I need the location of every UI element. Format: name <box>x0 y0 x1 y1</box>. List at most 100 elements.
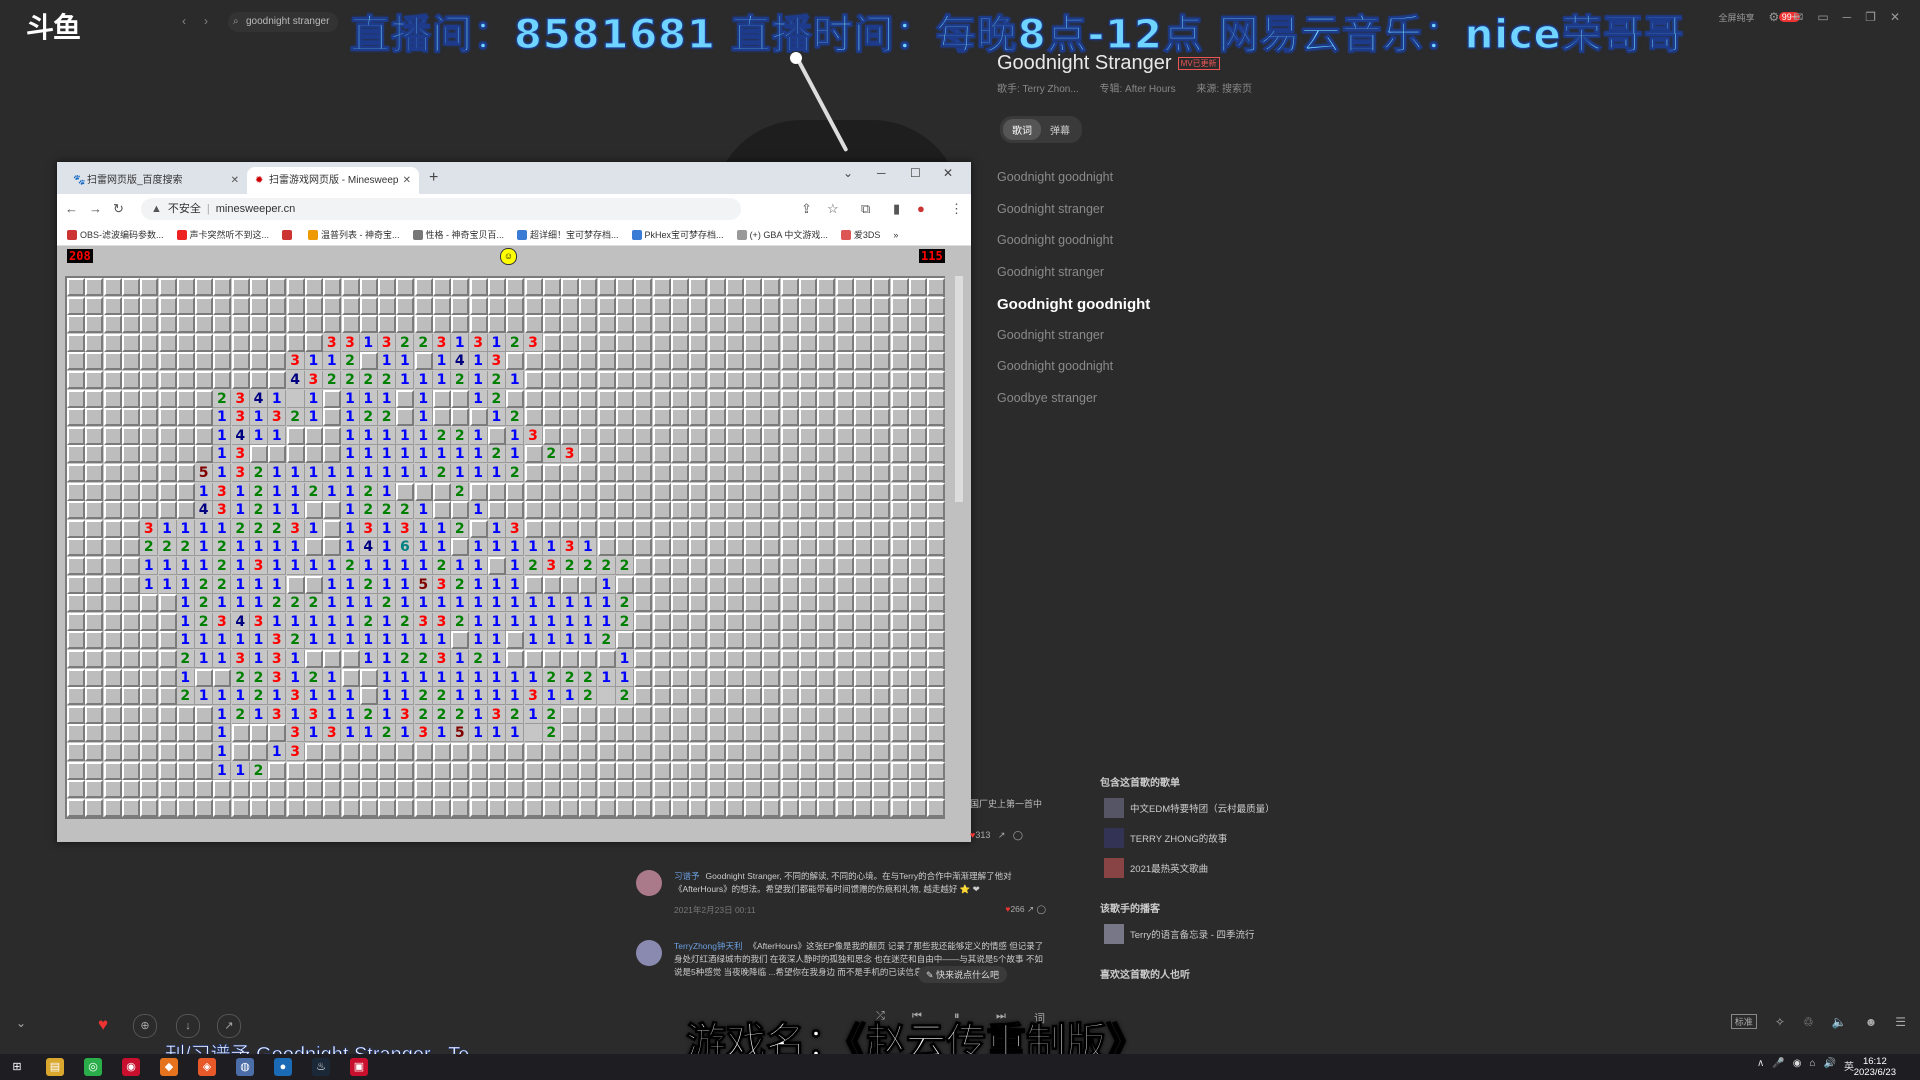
revealed-cell[interactable]: 2 <box>451 371 470 389</box>
revealed-cell[interactable]: 2 <box>542 724 561 743</box>
covered-cell[interactable] <box>469 761 488 780</box>
covered-cell[interactable] <box>927 464 946 482</box>
covered-cell[interactable] <box>670 687 689 706</box>
menu-icon[interactable]: ⋮ <box>950 201 963 217</box>
revealed-cell[interactable]: 3 <box>561 538 580 557</box>
covered-cell[interactable] <box>542 798 561 817</box>
covered-cell[interactable] <box>121 668 140 687</box>
revealed-cell[interactable]: 2 <box>597 631 616 650</box>
covered-cell[interactable] <box>561 278 580 296</box>
covered-cell[interactable] <box>835 668 854 687</box>
covered-cell[interactable] <box>853 519 872 538</box>
covered-cell[interactable] <box>85 743 104 761</box>
covered-cell[interactable] <box>85 575 104 594</box>
covered-cell[interactable] <box>835 650 854 668</box>
covered-cell[interactable] <box>725 743 744 761</box>
covered-cell[interactable] <box>762 445 781 464</box>
covered-cell[interactable] <box>396 408 415 427</box>
covered-cell[interactable] <box>744 687 763 706</box>
covered-cell[interactable] <box>744 371 763 389</box>
revealed-cell[interactable]: 1 <box>341 482 360 501</box>
covered-cell[interactable] <box>670 426 689 445</box>
revealed-cell[interactable]: 1 <box>286 501 305 520</box>
covered-cell[interactable] <box>195 724 214 743</box>
covered-cell[interactable] <box>890 278 909 296</box>
covered-cell[interactable] <box>689 426 708 445</box>
revealed-cell[interactable]: 3 <box>341 333 360 352</box>
covered-cell[interactable] <box>927 482 946 501</box>
covered-cell[interactable] <box>744 650 763 668</box>
revealed-cell[interactable]: 3 <box>231 408 250 427</box>
covered-cell[interactable] <box>872 668 891 687</box>
covered-cell[interactable] <box>744 464 763 482</box>
lyric-line[interactable]: Goodnight stranger <box>997 202 1150 234</box>
revealed-cell[interactable]: 1 <box>451 687 470 706</box>
covered-cell[interactable] <box>799 705 817 724</box>
revealed-cell[interactable]: 1 <box>268 575 287 594</box>
covered-cell[interactable] <box>158 501 177 520</box>
covered-cell[interactable] <box>524 315 543 334</box>
file-explorer-icon[interactable]: ▤ <box>46 1058 64 1076</box>
covered-cell[interactable] <box>707 705 726 724</box>
covered-cell[interactable] <box>707 798 726 817</box>
revealed-cell[interactable]: 1 <box>506 594 525 613</box>
covered-cell[interactable] <box>890 668 909 687</box>
covered-cell[interactable] <box>890 538 909 557</box>
covered-cell[interactable] <box>652 538 671 557</box>
revealed-cell[interactable]: 1 <box>469 352 488 371</box>
covered-cell[interactable] <box>85 519 104 538</box>
covered-cell[interactable] <box>799 333 817 352</box>
covered-cell[interactable] <box>670 371 689 389</box>
covered-cell[interactable] <box>762 278 781 296</box>
covered-cell[interactable] <box>927 705 946 724</box>
revealed-cell[interactable]: 2 <box>579 668 598 687</box>
covered-cell[interactable] <box>268 445 287 464</box>
covered-cell[interactable] <box>85 761 104 780</box>
revealed-cell[interactable]: 3 <box>231 650 250 668</box>
covered-cell[interactable] <box>140 780 159 799</box>
revealed-cell[interactable]: 1 <box>286 705 305 724</box>
covered-cell[interactable] <box>561 724 580 743</box>
covered-cell[interactable] <box>762 557 781 575</box>
covered-cell[interactable] <box>725 780 744 799</box>
covered-cell[interactable] <box>817 352 836 371</box>
covered-cell[interactable] <box>707 333 726 352</box>
covered-cell[interactable] <box>725 668 744 687</box>
covered-cell[interactable] <box>835 315 854 334</box>
covered-cell[interactable] <box>213 296 232 315</box>
covered-cell[interactable] <box>597 371 616 389</box>
revealed-cell[interactable]: 1 <box>542 612 561 631</box>
browser-close-icon[interactable]: ✕ <box>943 166 953 180</box>
covered-cell[interactable] <box>524 501 543 520</box>
covered-cell[interactable] <box>341 315 360 334</box>
covered-cell[interactable] <box>121 724 140 743</box>
covered-cell[interactable] <box>908 743 927 761</box>
covered-cell[interactable] <box>927 594 946 613</box>
covered-cell[interactable] <box>213 668 232 687</box>
covered-cell[interactable] <box>817 724 836 743</box>
revealed-cell[interactable]: 1 <box>378 557 397 575</box>
revealed-cell[interactable]: 1 <box>250 575 268 594</box>
covered-cell[interactable] <box>616 408 634 427</box>
covered-cell[interactable] <box>103 371 122 389</box>
revealed-cell[interactable]: 3 <box>359 519 378 538</box>
covered-cell[interactable] <box>597 333 616 352</box>
covered-cell[interactable] <box>670 278 689 296</box>
covered-cell[interactable] <box>359 761 378 780</box>
covered-cell[interactable] <box>176 780 195 799</box>
covered-cell[interactable] <box>744 575 763 594</box>
back-icon[interactable]: ‹ <box>176 14 192 30</box>
bookmark-item[interactable]: 超详细！宝可梦存档... <box>517 228 619 241</box>
covered-cell[interactable] <box>597 705 616 724</box>
covered-cell[interactable] <box>469 296 488 315</box>
start-icon[interactable]: ⊞ <box>8 1058 26 1076</box>
covered-cell[interactable] <box>231 296 250 315</box>
covered-cell[interactable] <box>817 575 836 594</box>
covered-cell[interactable] <box>799 798 817 817</box>
covered-cell[interactable] <box>579 389 598 408</box>
covered-cell[interactable] <box>780 296 799 315</box>
covered-cell[interactable] <box>634 631 653 650</box>
covered-cell[interactable] <box>396 761 415 780</box>
covered-cell[interactable] <box>597 426 616 445</box>
revealed-cell[interactable]: 1 <box>487 333 506 352</box>
